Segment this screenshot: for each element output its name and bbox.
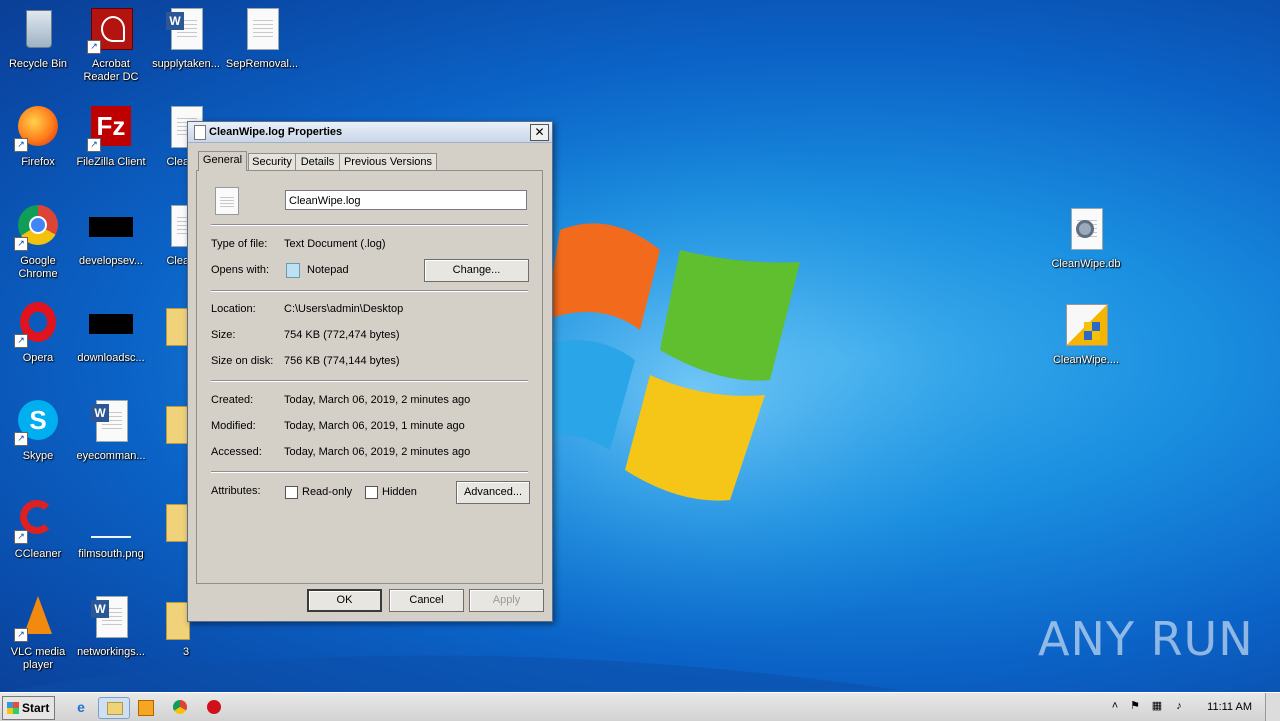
separator	[211, 290, 528, 292]
desktop-icon-filmsouth[interactable]: filmsouth.png	[73, 496, 149, 561]
action-center-flag-icon[interactable]: ⚑	[1128, 699, 1142, 713]
desktop-icon-supplytaken[interactable]: W supplytaken...	[148, 6, 224, 71]
hidden-label: Hidden	[382, 486, 417, 498]
desktop-icon-cleanwipe-db[interactable]: CleanWipe.db	[1048, 206, 1124, 271]
dialog-title: CleanWipe.log Properties	[209, 126, 343, 138]
size-on-disk-label: Size on disk:	[211, 355, 274, 367]
desktop-icon-recycle-bin[interactable]: Recycle Bin	[0, 6, 76, 71]
type-label: Type of file:	[211, 238, 268, 250]
desktop-icon-eyecomman[interactable]: W eyecomman...	[73, 398, 149, 463]
desktop-icon-vlc[interactable]: ↗ VLC media player	[0, 594, 76, 672]
file-explorer-icon[interactable]	[98, 697, 130, 719]
readonly-checkbox[interactable]	[285, 486, 298, 499]
apply-button[interactable]: Apply	[469, 589, 544, 612]
type-value: Text Document (.log)	[284, 238, 386, 250]
black-thumbnail-icon	[87, 203, 135, 251]
chrome-icon[interactable]	[169, 697, 191, 717]
image-file-icon	[87, 496, 135, 544]
show-desktop-button[interactable]	[1265, 693, 1280, 721]
hidden-checkbox[interactable]	[365, 486, 378, 499]
desktop-icon-skype[interactable]: S ↗ Skype	[0, 398, 76, 463]
desktop-icon-acrobat[interactable]: ↗ Acrobat Reader DC	[73, 6, 149, 84]
desktop-icon-filezilla[interactable]: Fz ↗ FileZilla Client	[73, 104, 149, 169]
text-file-icon	[238, 6, 286, 54]
anyrun-watermark: ANY RUN	[1038, 612, 1254, 666]
settings-file-icon	[1062, 206, 1110, 254]
location-value: C:\Users\admin\Desktop	[284, 303, 404, 315]
created-label: Created:	[211, 394, 254, 406]
filename-input[interactable]: CleanWipe.log	[285, 190, 527, 210]
size-label: Size:	[211, 329, 236, 341]
change-button[interactable]: Change...	[424, 259, 529, 282]
separator	[211, 471, 528, 473]
skype-icon: S ↗	[14, 398, 62, 446]
desktop-icon-chrome[interactable]: ↗ Google Chrome	[0, 203, 76, 281]
firefox-icon: ↗	[14, 104, 62, 152]
filezilla-icon: Fz ↗	[87, 104, 135, 152]
desktop-icon-networkings[interactable]: W networkings...	[73, 594, 149, 659]
ok-button[interactable]: OK	[307, 589, 382, 612]
properties-dialog: CleanWipe.log Properties ✕ General Secur…	[187, 121, 553, 622]
desktop-icon-opera[interactable]: ↗ Opera	[0, 300, 76, 365]
recycle-bin-icon	[14, 6, 62, 54]
separator	[211, 224, 528, 226]
document-icon	[194, 125, 206, 140]
desktop-icon-developsev[interactable]: developsev...	[73, 203, 149, 268]
close-button[interactable]: ✕	[530, 124, 549, 141]
acrobat-icon: ↗	[87, 6, 135, 54]
internet-explorer-icon[interactable]: e	[70, 697, 92, 717]
black-thumbnail-icon	[87, 300, 135, 348]
attributes-label: Attributes:	[211, 485, 261, 497]
desktop-icon-firefox[interactable]: ↗ Firefox	[0, 104, 76, 169]
windows-logo-icon	[7, 702, 19, 714]
general-panel: CleanWipe.log Type of file: Text Documen…	[196, 170, 543, 584]
modified-label: Modified:	[211, 420, 256, 432]
cancel-button[interactable]: Cancel	[389, 589, 464, 612]
network-icon[interactable]: ▦	[1150, 699, 1164, 713]
opera-icon: ↗	[14, 300, 62, 348]
word-doc-icon: W	[87, 398, 135, 446]
desktop-icon-cleanwipe-installer[interactable]: CleanWipe....	[1048, 302, 1124, 367]
tab-security[interactable]: Security	[248, 153, 296, 170]
readonly-label: Read-only	[302, 486, 353, 498]
word-doc-icon: W	[162, 6, 210, 54]
tab-general[interactable]: General	[198, 151, 247, 171]
media-player-icon[interactable]	[135, 697, 157, 717]
size-value: 754 KB (772,474 bytes)	[284, 329, 400, 341]
desktop-icon-sepremoval[interactable]: SepRemoval...	[224, 6, 300, 71]
created-value: Today, March 06, 2019, 2 minutes ago	[284, 394, 471, 406]
desktop-icon-downloadsc[interactable]: downloadsc...	[73, 300, 149, 365]
notepad-icon	[286, 263, 300, 278]
taskbar: Start e ˄ ⚑ ▦ ♪ 11:11 AM	[0, 692, 1280, 721]
desktop-icon-ccleaner[interactable]: ↗ CCleaner	[0, 496, 76, 561]
tab-details[interactable]: Details	[295, 153, 340, 170]
opens-with-label: Opens with:	[211, 264, 270, 276]
accessed-value: Today, March 06, 2019, 2 minutes ago	[284, 446, 471, 458]
volume-icon[interactable]: ♪	[1172, 699, 1186, 713]
chrome-icon: ↗	[14, 203, 62, 251]
advanced-button[interactable]: Advanced...	[456, 481, 530, 504]
vlc-icon: ↗	[14, 594, 62, 642]
separator	[211, 380, 528, 382]
size-on-disk-value: 756 KB (774,144 bytes)	[284, 355, 400, 367]
start-button[interactable]: Start	[2, 696, 55, 720]
opera-icon[interactable]	[203, 697, 225, 717]
accessed-label: Accessed:	[211, 446, 262, 458]
modified-value: Today, March 06, 2019, 1 minute ago	[284, 420, 465, 432]
ccleaner-icon: ↗	[14, 496, 62, 544]
installer-icon	[1062, 302, 1110, 350]
system-clock[interactable]: 11:11 AM	[1207, 693, 1252, 721]
tab-previous-versions[interactable]: Previous Versions	[339, 153, 437, 170]
show-hidden-icons-chevron-icon[interactable]: ˄	[1108, 699, 1122, 713]
dialog-titlebar[interactable]: CleanWipe.log Properties ✕	[188, 122, 552, 143]
word-doc-icon: W	[87, 594, 135, 642]
location-label: Location:	[211, 303, 256, 315]
text-file-icon	[215, 187, 239, 215]
opens-with-value: Notepad	[307, 264, 349, 276]
